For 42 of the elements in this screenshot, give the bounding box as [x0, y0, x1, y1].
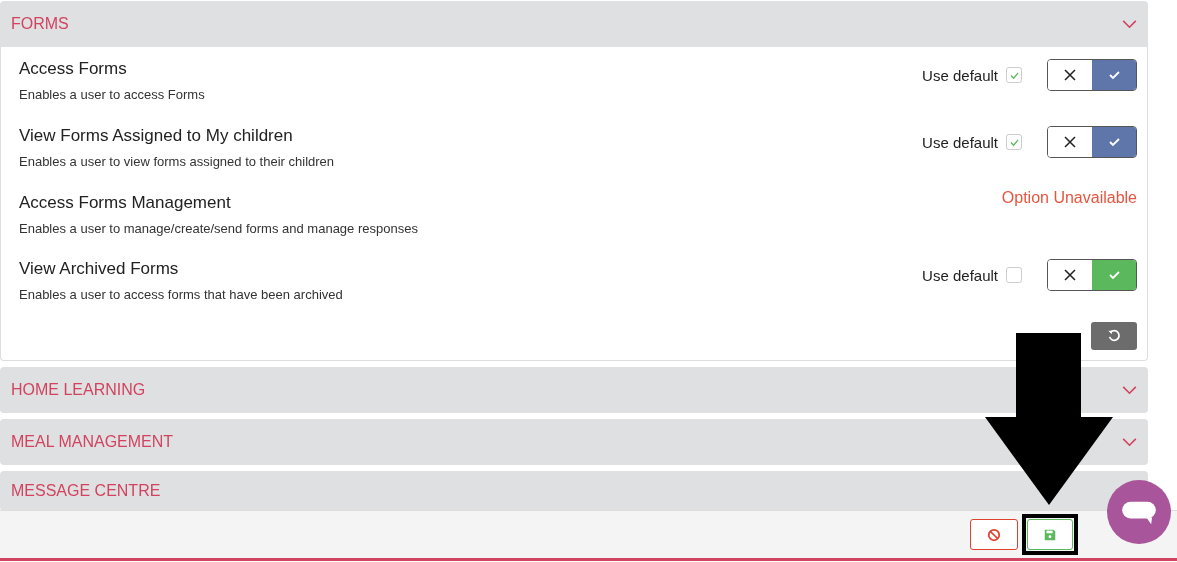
- prohibited-icon: [987, 527, 1001, 542]
- allow-button[interactable]: [1092, 60, 1136, 90]
- close-icon: [1064, 69, 1076, 81]
- permission-title: Access Forms: [19, 59, 128, 79]
- close-icon: [1064, 136, 1076, 148]
- permission-title: View Archived Forms: [19, 259, 180, 279]
- chevron-icon: [1122, 385, 1137, 395]
- undo-icon: [1107, 329, 1121, 343]
- section-title: MEAL MANAGEMENT: [11, 433, 174, 451]
- section-title: FORMS: [11, 15, 69, 33]
- section-header[interactable]: FORMS: [0, 1, 1148, 47]
- chevron-icon: [1122, 437, 1137, 447]
- permission-title: Access Forms Management: [19, 193, 232, 213]
- use-default-checkbox[interactable]: [1006, 67, 1022, 83]
- close-icon: [1064, 269, 1076, 281]
- permission-description: Enables a user to view forms assigned to their children: [19, 154, 335, 169]
- use-default-label: Use default: [922, 133, 998, 151]
- cancel-button[interactable]: [970, 519, 1018, 550]
- permission-title: View Forms Assigned to My children: [19, 126, 294, 146]
- section-header[interactable]: MESSAGE CENTRE: [0, 471, 1148, 511]
- reset-button[interactable]: [1091, 322, 1137, 350]
- permission-description: Enables a user to access forms that have been archived: [19, 287, 343, 302]
- save-icon: [1043, 527, 1057, 542]
- section-title: MESSAGE CENTRE: [11, 482, 161, 500]
- use-default-checkbox[interactable]: [1006, 267, 1022, 283]
- permission-description: Enables a user to manage/create/send forms and manage responses: [19, 221, 418, 236]
- permission-description: Enables a user to access Forms: [19, 87, 205, 102]
- allow-button[interactable]: [1092, 127, 1136, 157]
- check-icon: [1107, 137, 1121, 147]
- section-header[interactable]: HOME LEARNING: [0, 367, 1148, 413]
- use-default-label: Use default: [922, 266, 998, 284]
- section-title: HOME LEARNING: [11, 381, 146, 399]
- unavailable-status: Option Unavailable: [1001, 189, 1137, 207]
- check-icon: [1008, 137, 1020, 147]
- use-default-label: Use default: [922, 66, 998, 84]
- allow-button[interactable]: [1092, 260, 1136, 290]
- check-icon: [1107, 270, 1121, 280]
- chevron-icon: [1122, 19, 1137, 29]
- check-icon: [1107, 70, 1121, 80]
- use-default-checkbox[interactable]: [1006, 134, 1022, 150]
- section-header[interactable]: MEAL MANAGEMENT: [0, 419, 1148, 465]
- check-icon: [1008, 70, 1020, 80]
